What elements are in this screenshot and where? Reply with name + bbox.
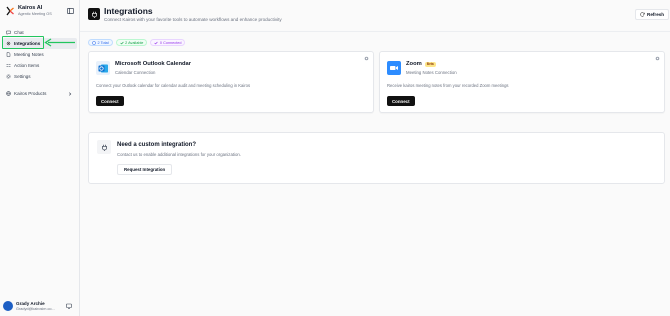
gear-icon	[6, 74, 11, 79]
custom-integration-title: Need a custom integration?	[117, 142, 197, 148]
total-badge: 2 Total	[88, 39, 113, 46]
chat-icon	[6, 30, 11, 35]
connected-badge-label: 0 Connected	[159, 40, 182, 45]
document-icon	[6, 52, 11, 57]
main-content: Integrations Connect Kairos with your fa…	[80, 0, 670, 316]
page-subtitle: Connect Kairos with your favorite tools …	[104, 17, 282, 22]
request-integration-button[interactable]: Request Integration	[117, 164, 173, 175]
app-subtitle: Agentic Meeting OS	[18, 12, 52, 16]
globe-icon	[6, 91, 11, 96]
connected-badge: 0 Connected	[150, 39, 186, 46]
checklist-icon	[6, 63, 11, 68]
check-icon	[120, 41, 124, 44]
kairos-logo-icon	[6, 6, 14, 16]
pointer-arrow-icon	[44, 38, 75, 47]
integration-name: Microsoft Outlook Calendar	[115, 61, 192, 67]
integration-name: Zoom Beta	[406, 61, 436, 67]
user-profile[interactable]: Grady Archie Gradyd@kairosim.co...	[3, 298, 77, 314]
integration-category: Calendar Connection	[115, 70, 156, 75]
sidebar-item-label: Settings	[14, 74, 31, 79]
sidebar-item-label: Kairos Products	[14, 91, 47, 96]
refresh-label: Refresh	[647, 12, 665, 17]
sidebar-item-label: Action Items	[14, 63, 40, 68]
check-icon	[154, 41, 159, 44]
integration-description: Receive kairos meeting notes from your r…	[387, 83, 509, 88]
user-email: Gradyd@kairosim.co...	[16, 306, 55, 311]
gear-icon[interactable]	[364, 56, 369, 61]
highlight-box	[2, 36, 44, 49]
integration-category: Meeting Notes Connection	[406, 70, 457, 75]
sidebar-item-label: Meeting Notes	[14, 52, 44, 57]
info-icon	[92, 40, 96, 45]
available-badge: 2 Available	[115, 39, 148, 46]
header-divider	[80, 31, 670, 32]
app-name: Kairos AI	[18, 5, 43, 11]
custom-integration-subtitle: Contact us to enable additional integrat…	[117, 152, 241, 157]
custom-integration-card: Need a custom integration? Contact us to…	[88, 132, 665, 184]
connect-zoom-button[interactable]: Connect	[387, 96, 415, 106]
outlook-icon	[96, 61, 110, 75]
avatar	[3, 301, 13, 311]
sidebar-item-action-items[interactable]: Action Items	[3, 60, 77, 71]
zoom-icon	[387, 61, 401, 75]
sidebar-toggle-icon[interactable]	[67, 8, 74, 14]
refresh-button[interactable]: Refresh	[635, 9, 670, 20]
integrations-page-icon	[88, 8, 100, 20]
user-menu-icon[interactable]	[66, 303, 72, 309]
stats-badges: 2 Total 2 Available 0 Connected	[88, 39, 186, 46]
sidebar-item-kairos-products[interactable]: Kairos Products	[3, 88, 77, 99]
connect-outlook-button[interactable]: Connect	[96, 96, 124, 106]
beta-badge: Beta	[424, 61, 436, 67]
sidebar-item-meeting-notes[interactable]: Meeting Notes	[3, 49, 77, 60]
total-badge-label: 2 Total	[97, 40, 109, 45]
chevron-right-icon	[69, 91, 72, 96]
gear-icon[interactable]	[655, 56, 660, 61]
sidebar-item-settings[interactable]: Settings	[3, 71, 77, 82]
integration-card-outlook: Microsoft Outlook Calendar Calendar Conn…	[88, 51, 374, 113]
page-title: Integrations	[104, 6, 153, 16]
refresh-icon	[640, 12, 645, 17]
integration-description: Connect your Outlook calendar for calend…	[96, 83, 251, 88]
available-badge-label: 2 Available	[125, 40, 144, 45]
plug-icon	[97, 140, 111, 154]
sidebar-item-label: Chat	[14, 30, 24, 35]
integration-card-zoom: Zoom Beta Meeting Notes Connection Recei…	[379, 51, 665, 113]
